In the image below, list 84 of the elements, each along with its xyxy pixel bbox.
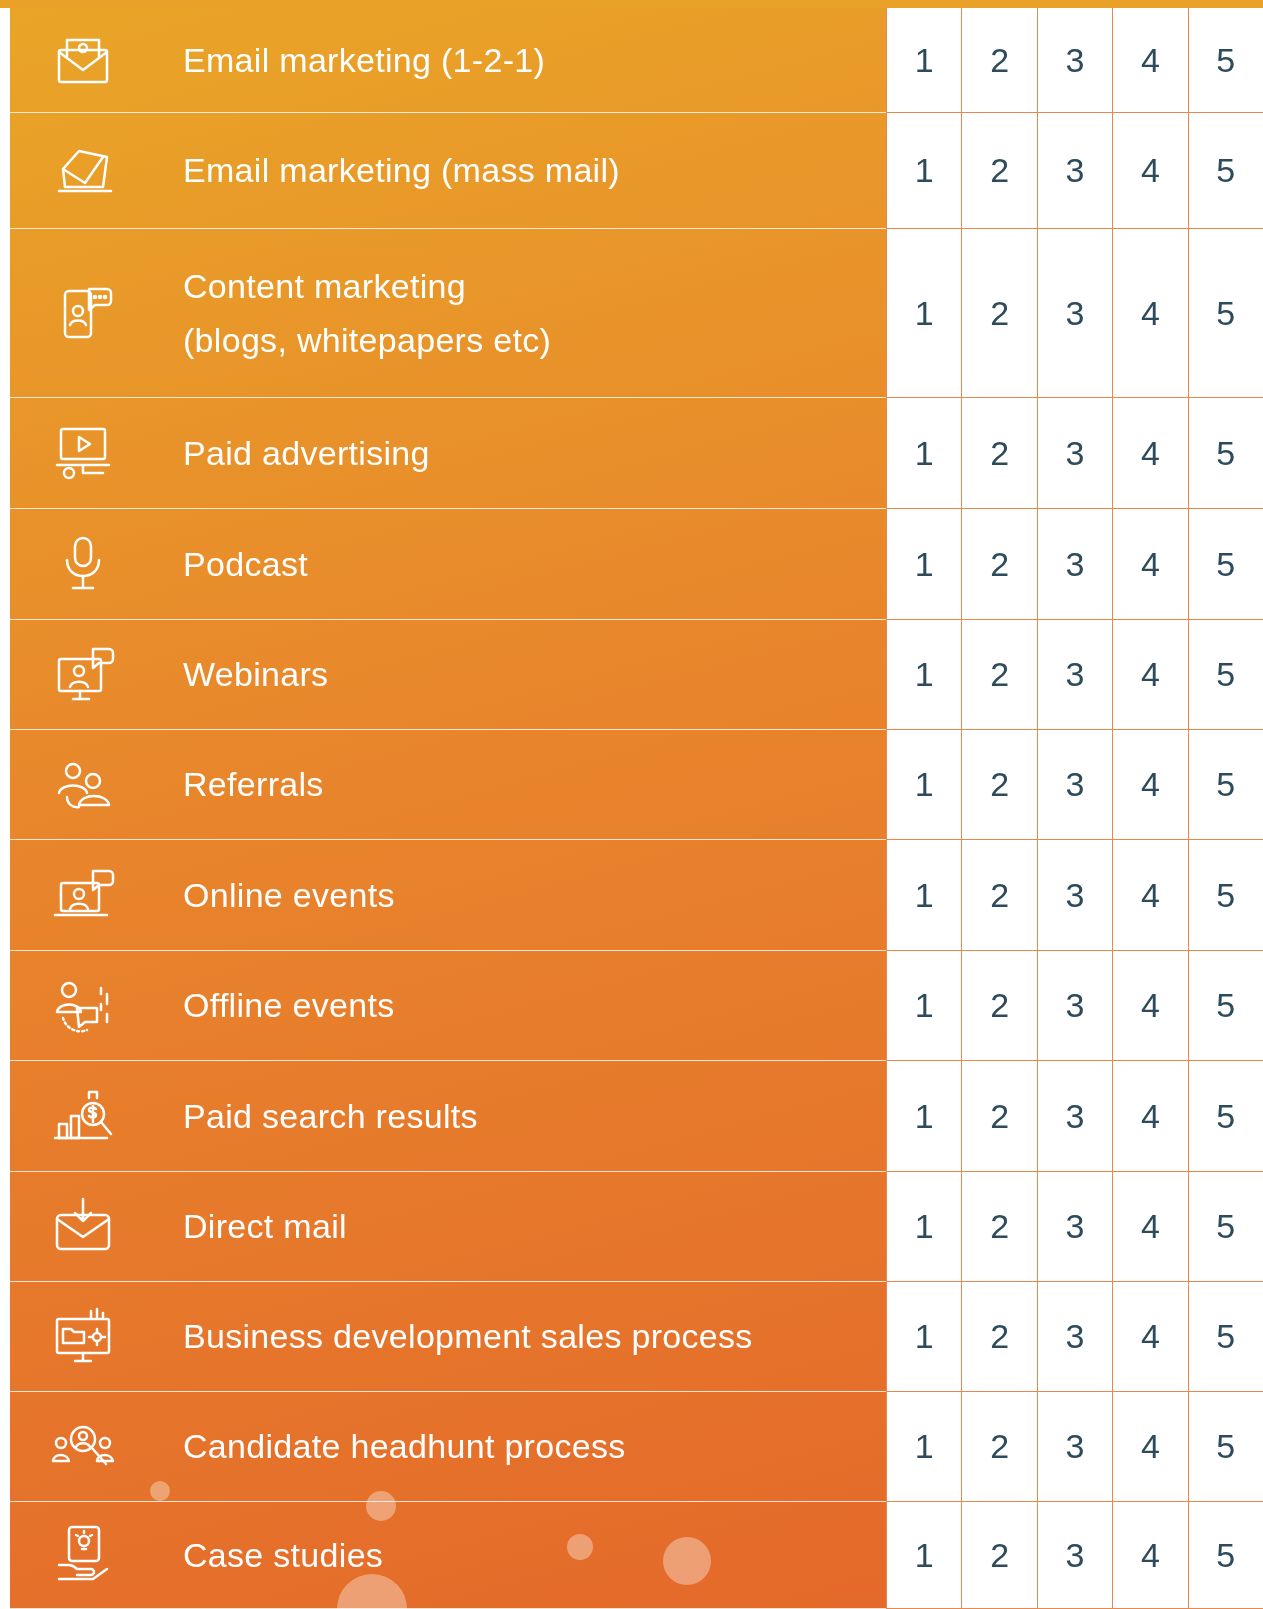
rating-option[interactable]: 1	[886, 398, 962, 508]
rating-option[interactable]: 3	[1036, 951, 1113, 1060]
rating-option[interactable]: 5	[1187, 509, 1263, 619]
rating-option[interactable]: 4	[1112, 1172, 1188, 1281]
rating-option[interactable]: 1	[886, 229, 962, 397]
rating-option[interactable]: 1	[886, 1061, 962, 1171]
rating-option[interactable]: 5	[1187, 1172, 1263, 1281]
rating-option[interactable]: 3	[1036, 1502, 1113, 1608]
rating-option[interactable]: 5	[1187, 113, 1263, 228]
rating-option[interactable]: 2	[961, 229, 1037, 397]
rating-option[interactable]: 4	[1112, 398, 1188, 508]
rating-option[interactable]: 4	[1112, 1282, 1188, 1391]
rating-option[interactable]: 5	[1187, 1282, 1263, 1391]
row-label: Case studies	[183, 1534, 384, 1576]
rating-option[interactable]: 3	[1036, 113, 1113, 228]
row-label: Direct mail	[183, 1206, 347, 1248]
rating-option[interactable]: 1	[886, 509, 962, 619]
rating-option[interactable]: 3	[1036, 1282, 1113, 1391]
rating-option[interactable]: 4	[1112, 1392, 1188, 1501]
rating-option[interactable]: 2	[961, 113, 1037, 228]
row-label: Business development sales process	[183, 1316, 753, 1358]
rating-option[interactable]: 3	[1036, 1061, 1113, 1171]
row-label: Candidate headhunt process	[183, 1426, 626, 1468]
row-label: Podcast	[183, 543, 308, 585]
rating-option[interactable]: 4	[1112, 620, 1188, 729]
rating-option[interactable]: 5	[1187, 1392, 1263, 1501]
rating-option[interactable]: 2	[961, 398, 1037, 508]
rating-option[interactable]: 4	[1112, 840, 1188, 950]
rating-option[interactable]: 4	[1112, 113, 1188, 228]
rating-option[interactable]: 1	[886, 1392, 962, 1501]
row-label: Content marketing (blogs, whitepapers etc)	[183, 265, 552, 361]
row-label: Email marketing (1-2-1)	[183, 39, 546, 81]
row-label: Email marketing (mass mail)	[183, 150, 620, 192]
rating-option[interactable]: 4	[1112, 1061, 1188, 1171]
rating-option[interactable]: 5	[1187, 620, 1263, 729]
rating-option[interactable]: 3	[1036, 509, 1113, 619]
rating-option[interactable]: 1	[886, 1172, 962, 1281]
rating-option[interactable]: 2	[961, 1172, 1037, 1281]
rating-option[interactable]: 3	[1036, 620, 1113, 729]
rating-option[interactable]: 1	[886, 840, 962, 950]
rating-option[interactable]: 1	[886, 1502, 962, 1608]
rating-option[interactable]: 3	[1036, 398, 1113, 508]
rating-option[interactable]: 5	[1187, 730, 1263, 839]
rating-option[interactable]: 5	[1187, 1502, 1263, 1608]
rating-option[interactable]: 3	[1036, 730, 1113, 839]
rating-option[interactable]: 4	[1112, 730, 1188, 839]
rating-option[interactable]: 1	[886, 8, 962, 112]
rating-option[interactable]: 2	[961, 8, 1037, 112]
rating-option[interactable]: 2	[961, 1502, 1037, 1608]
rating-option[interactable]: 2	[961, 1392, 1037, 1501]
row-label: Referrals	[183, 764, 324, 806]
rating-option[interactable]: 3	[1036, 229, 1113, 397]
rating-option[interactable]: 5	[1187, 1061, 1263, 1171]
rating-option[interactable]: 2	[961, 730, 1037, 839]
rating-option[interactable]: 2	[961, 620, 1037, 729]
row-label: Online events	[183, 874, 395, 916]
rating-option[interactable]: 1	[886, 620, 962, 729]
rating-option[interactable]: 2	[961, 1061, 1037, 1171]
row-label: Paid advertising	[183, 432, 430, 474]
row-label: Offline events	[183, 985, 395, 1027]
rating-option[interactable]: 5	[1187, 229, 1263, 397]
rating-option[interactable]: 3	[1036, 1172, 1113, 1281]
rating-option[interactable]: 5	[1187, 8, 1263, 112]
rating-option[interactable]: 5	[1187, 398, 1263, 508]
rating-option[interactable]: 3	[1036, 1392, 1113, 1501]
rating-option[interactable]: 1	[886, 951, 962, 1060]
rating-option[interactable]: 5	[1187, 951, 1263, 1060]
rating-option[interactable]: 2	[961, 509, 1037, 619]
rating-option[interactable]: 1	[886, 1282, 962, 1391]
rating-option[interactable]: 1	[886, 730, 962, 839]
row-label: Webinars	[183, 654, 329, 696]
rating-option[interactable]: 4	[1112, 229, 1188, 397]
row-label: Paid search results	[183, 1095, 478, 1137]
rating-option[interactable]: 4	[1112, 8, 1188, 112]
rating-option[interactable]: 2	[961, 840, 1037, 950]
rating-option[interactable]: 4	[1112, 951, 1188, 1060]
rating-option[interactable]: 4	[1112, 509, 1188, 619]
rating-option[interactable]: 2	[961, 1282, 1037, 1391]
rating-option[interactable]: 1	[886, 113, 962, 228]
rating-option[interactable]: 5	[1187, 840, 1263, 950]
rating-option[interactable]: 4	[1112, 1502, 1188, 1608]
rating-option[interactable]: 3	[1036, 840, 1113, 950]
rating-option[interactable]: 2	[961, 951, 1037, 1060]
rating-option[interactable]: 3	[1036, 8, 1113, 112]
